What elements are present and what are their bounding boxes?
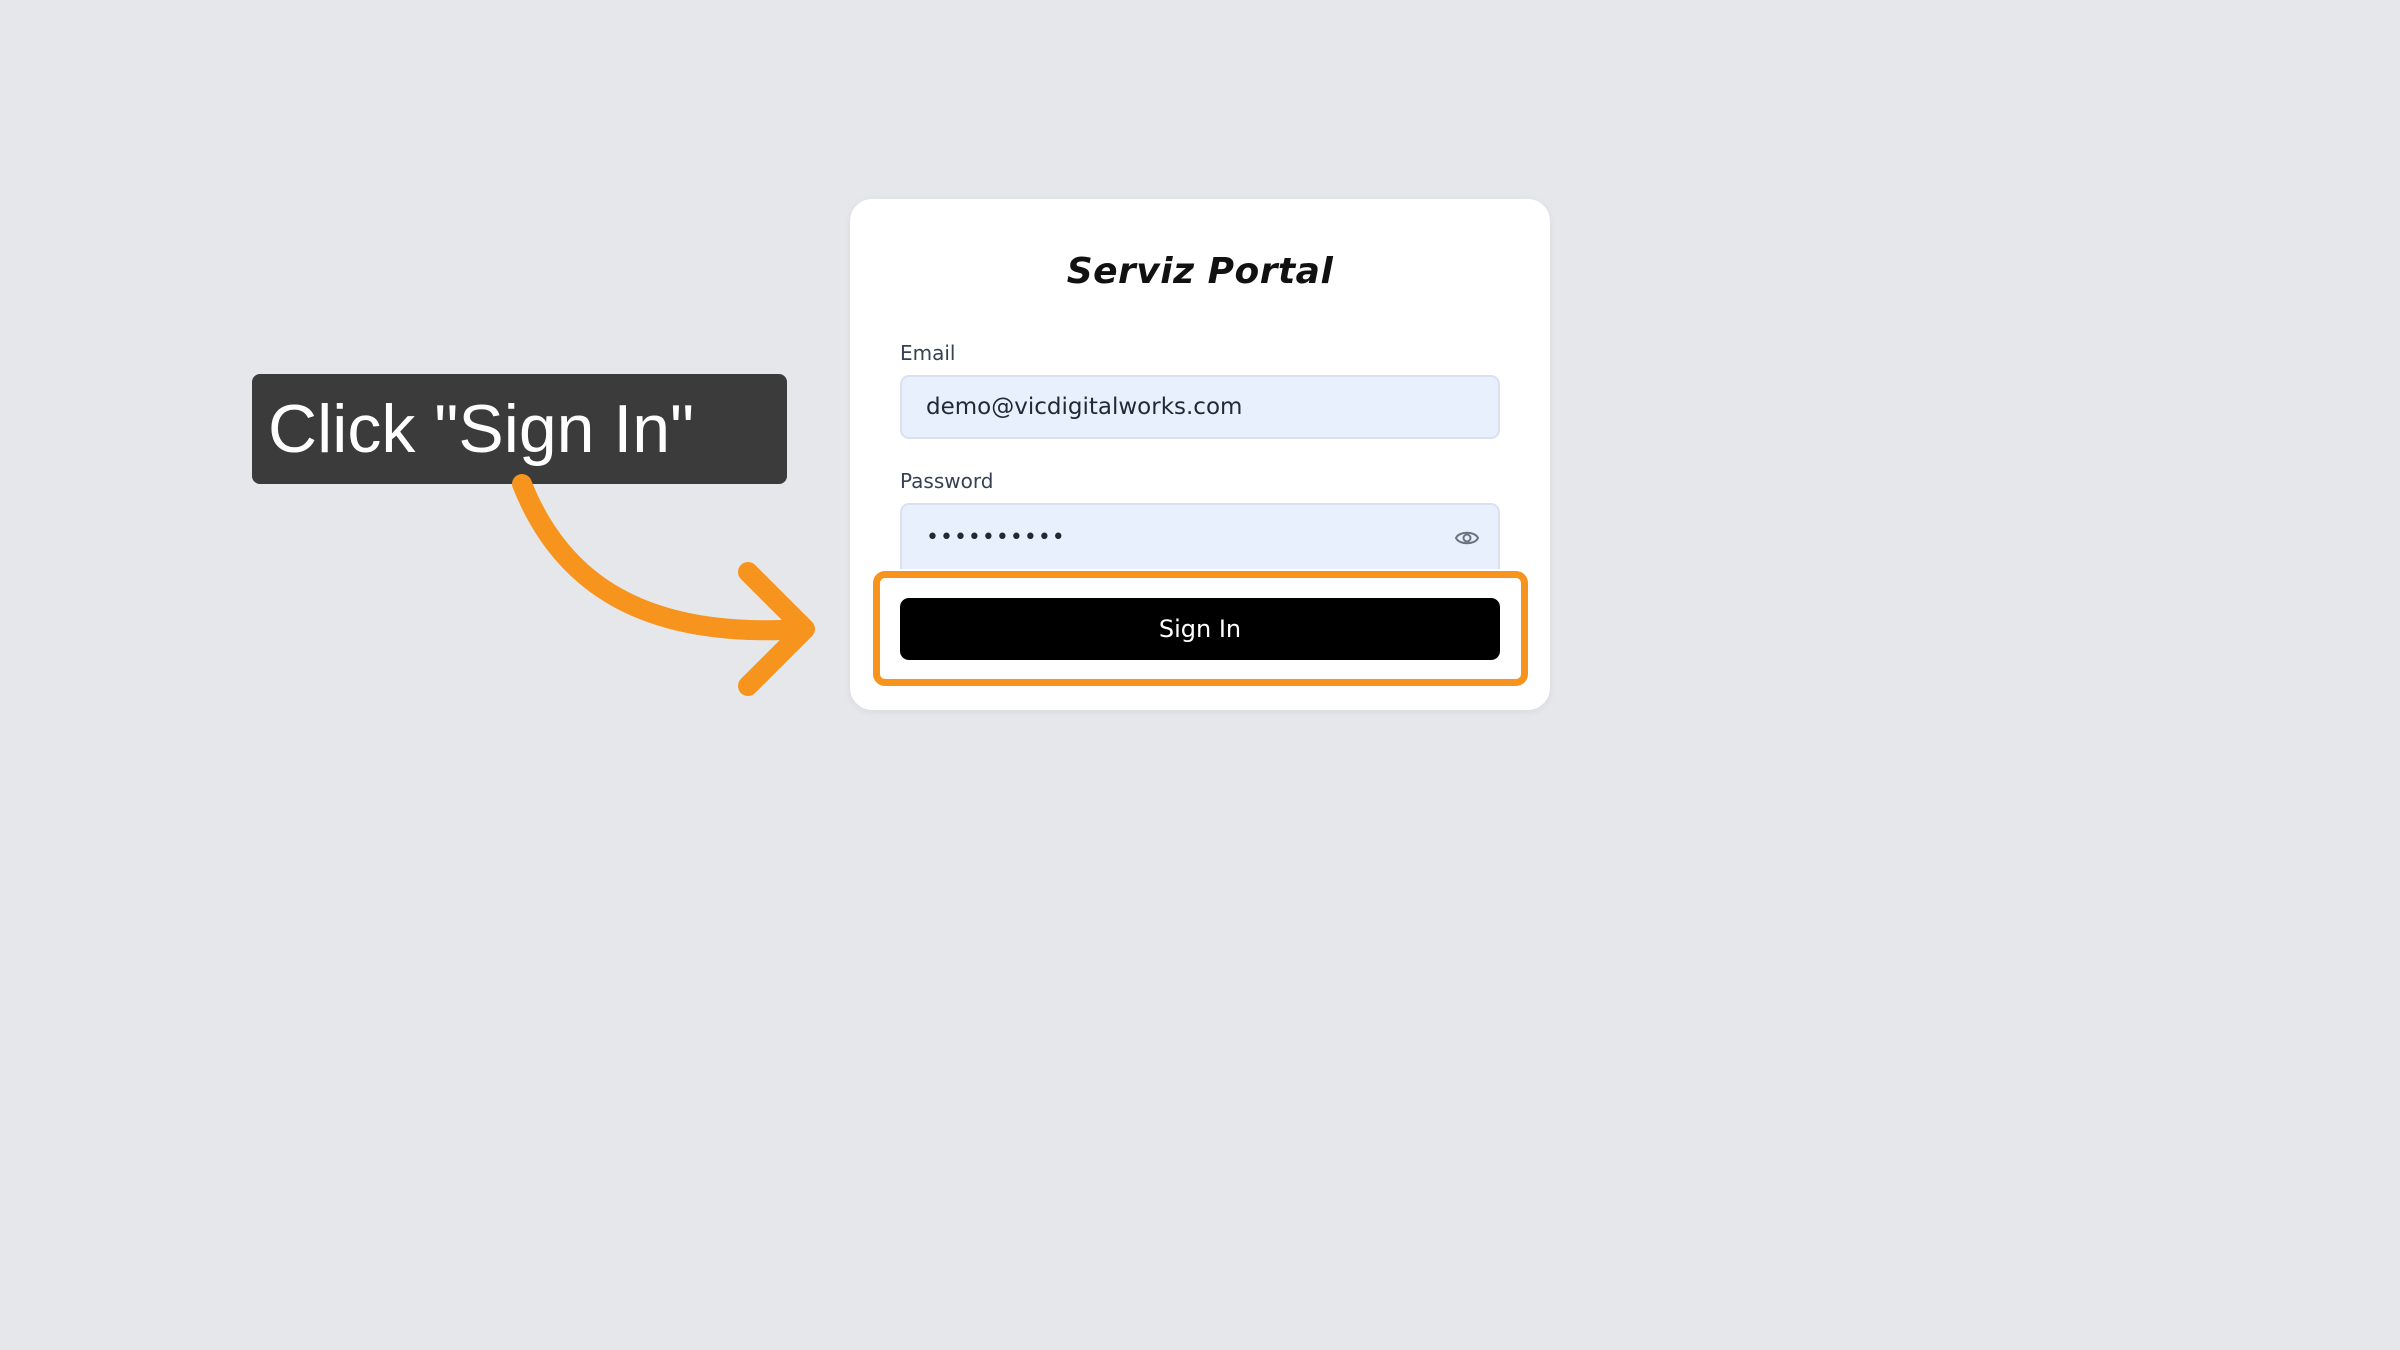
eye-icon[interactable] bbox=[1454, 527, 1480, 549]
email-label: Email bbox=[900, 341, 956, 365]
login-card: Serviz Portal Email demo@vicdigitalworks… bbox=[850, 199, 1550, 710]
email-field[interactable]: demo@vicdigitalworks.com bbox=[900, 375, 1500, 439]
sign-in-button[interactable]: Sign In bbox=[900, 598, 1500, 660]
password-label: Password bbox=[900, 469, 994, 493]
instruction-callout: Click "Sign In" bbox=[252, 374, 787, 484]
page-title: Serviz Portal bbox=[1066, 251, 1334, 292]
password-value: •••••••••• bbox=[926, 525, 1066, 550]
email-value: demo@vicdigitalworks.com bbox=[926, 394, 1243, 420]
password-field[interactable]: •••••••••• bbox=[900, 503, 1500, 569]
